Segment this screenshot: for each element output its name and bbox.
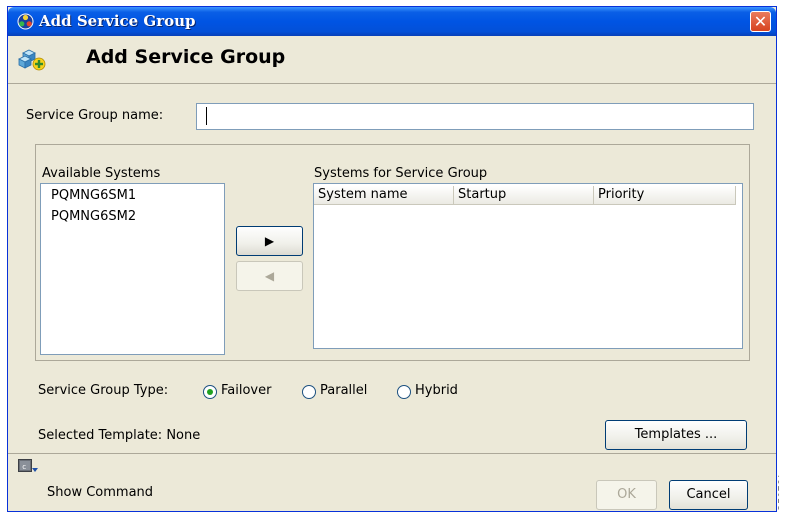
available-systems-list[interactable]: PQMNG6SM1 PQMNG6SM2 [40, 183, 225, 355]
service-group-type-label: Service Group Type: [38, 383, 169, 398]
show-command-link[interactable]: Show Command [47, 485, 153, 500]
selected-template-label: Selected Template: None [38, 428, 201, 443]
header-divider [8, 83, 776, 84]
app-icon [17, 13, 34, 30]
systems-for-service-group-table[interactable] [313, 183, 743, 349]
figure-id-watermark: 310287 [778, 466, 788, 518]
watermark-text: 310287 [778, 472, 782, 511]
ok-button[interactable]: OK [596, 480, 657, 510]
title-bar[interactable]: Add Service Group ✕ [8, 7, 776, 36]
hybrid-label[interactable]: Hybrid [415, 383, 458, 398]
add-service-group-icon [18, 49, 46, 71]
add-system-button[interactable]: ▶ [236, 226, 303, 256]
dialog-heading: Add Service Group [86, 46, 286, 68]
dialog-header: Add Service Group [8, 36, 776, 92]
failover-radio[interactable] [203, 385, 217, 399]
show-command-icon[interactable]: c [18, 458, 38, 474]
service-group-name-input[interactable] [196, 103, 754, 130]
systems-for-service-group-label: Systems for Service Group [314, 166, 488, 181]
radio-selected-dot [207, 389, 213, 395]
column-header-system-name[interactable]: System name [314, 186, 454, 205]
parallel-radio[interactable] [302, 385, 316, 399]
list-item[interactable]: PQMNG6SM2 [51, 209, 136, 224]
cancel-button[interactable]: Cancel [669, 480, 748, 510]
text-caret [206, 107, 207, 125]
templates-button[interactable]: Templates ... [605, 420, 747, 450]
list-item[interactable]: PQMNG6SM1 [51, 188, 136, 203]
failover-label[interactable]: Failover [221, 383, 271, 398]
hybrid-radio[interactable] [397, 385, 411, 399]
close-button[interactable]: ✕ [750, 11, 771, 32]
footer-divider [8, 453, 776, 454]
remove-system-button[interactable]: ◀ [236, 261, 303, 291]
window-title: Add Service Group [39, 12, 196, 30]
column-header-startup[interactable]: Startup [454, 186, 594, 205]
column-header-priority[interactable]: Priority [594, 186, 736, 205]
service-group-name-label: Service Group name: [26, 108, 164, 123]
parallel-label[interactable]: Parallel [320, 383, 367, 398]
svg-text:c: c [22, 463, 26, 471]
available-systems-label: Available Systems [42, 166, 161, 181]
dialog-window: Add Service Group ✕ Add Service Group Se… [7, 6, 777, 512]
